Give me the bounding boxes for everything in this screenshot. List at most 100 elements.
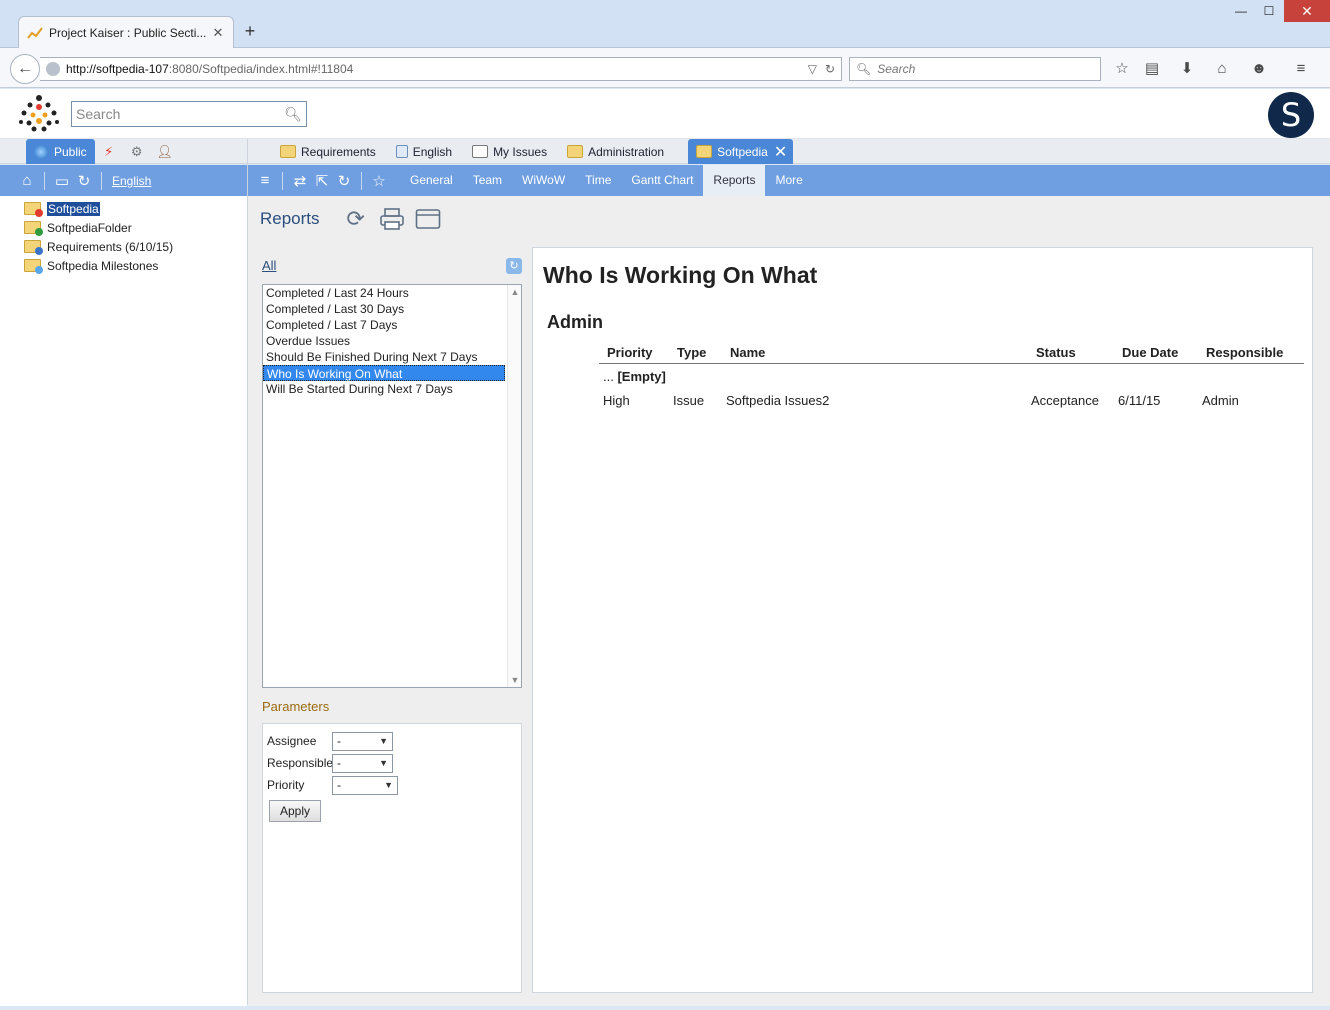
printer-icon	[379, 208, 404, 230]
column-header: Name	[730, 345, 766, 360]
tab-my-issues[interactable]: My Issues	[462, 139, 557, 164]
tree-item[interactable]: SoftpediaFolder	[0, 218, 247, 237]
app-search-input[interactable]	[76, 106, 285, 122]
select-value: -	[337, 734, 341, 748]
browser-search-bar[interactable]: 🔍︎ Search	[849, 57, 1101, 81]
open-external-icon[interactable]: ⇱	[311, 172, 333, 190]
view-tab-time[interactable]: Time	[575, 165, 621, 196]
cell-name[interactable]: Softpedia Issues2	[726, 393, 829, 408]
project-lightning-icon[interactable]: ⚡	[95, 139, 123, 164]
project-kaiser-logo-icon	[19, 95, 59, 132]
scroll-down-icon[interactable]: ▼	[508, 675, 522, 685]
report-list-item[interactable]: Completed / Last 30 Days	[263, 301, 505, 317]
user-avatar[interactable]: S	[1268, 92, 1314, 138]
report-list-item[interactable]: Overdue Issues	[263, 333, 505, 349]
refresh-list-icon[interactable]: ↻	[506, 258, 522, 274]
tree-item-label[interactable]: Softpedia Milestones	[47, 259, 158, 273]
tab-english[interactable]: English	[386, 139, 462, 164]
refresh-icon[interactable]: ↻	[73, 172, 95, 190]
home-icon[interactable]: ⌂	[16, 172, 38, 189]
url-text[interactable]: http://softpedia-107:8080/Softpedia/inde…	[66, 62, 800, 76]
menu-hamburger-icon[interactable]: ≡	[254, 172, 276, 189]
tree-item[interactable]: Requirements (6/10/15)	[0, 237, 247, 256]
tab-softpedia[interactable]: Softpedia ✕	[688, 139, 794, 164]
tree-item[interactable]: Softpedia Milestones	[0, 256, 247, 275]
swap-arrows-icon[interactable]: ⇄	[289, 172, 311, 190]
menu-hamburger-icon[interactable]: ≡	[1290, 59, 1312, 79]
refresh-icon[interactable]: ↻	[333, 172, 355, 190]
cell-status: Acceptance	[1031, 393, 1099, 408]
tree-item[interactable]: Softpedia	[0, 199, 247, 218]
scroll-up-icon[interactable]: ▲	[508, 287, 522, 297]
favorite-star-icon[interactable]: ☆	[368, 172, 390, 190]
apply-button[interactable]: Apply	[269, 800, 321, 822]
collapse-window-icon[interactable]: ▭	[51, 172, 73, 190]
print-icon[interactable]	[378, 206, 406, 232]
user-person-icon[interactable]: 👤︎	[151, 139, 179, 164]
table-row[interactable]: High Issue Softpedia Issues2 Acceptance …	[599, 390, 1304, 412]
report-list-item[interactable]: Completed / Last 24 Hours	[263, 285, 505, 301]
minimize-window-button[interactable]: —	[1226, 0, 1256, 22]
tab-english-label: English	[412, 144, 453, 159]
report-list-item[interactable]: Will Be Started During Next 7 Days	[263, 381, 505, 397]
view-tab-general[interactable]: General	[400, 165, 463, 196]
report-list-item[interactable]: Should Be Finished During Next 7 Days	[263, 349, 505, 365]
column-header: Responsible	[1206, 345, 1284, 360]
feedback-smiley-icon[interactable]: ☻	[1248, 59, 1270, 79]
browser-titlebar: Project Kaiser : Public Secti... ✕ + — ☐…	[0, 0, 1330, 48]
report-list-scrollbar[interactable]: ▲ ▼	[507, 285, 521, 687]
view-tab-more[interactable]: More	[765, 165, 812, 196]
tab-administration[interactable]: Administration	[557, 139, 674, 164]
url-dropdown-icon[interactable]: ▽	[808, 62, 817, 76]
responsible-select[interactable]: - ▼	[332, 753, 393, 773]
report-list-item-selected[interactable]: Who Is Working On What	[263, 365, 505, 381]
report-list-item[interactable]: Completed / Last 7 Days	[263, 317, 505, 333]
right-tab-group: Requirements English My Issues Administr…	[270, 139, 794, 164]
app-search-box[interactable]: 🔍︎	[71, 101, 307, 127]
downloads-icon[interactable]: ⬇	[1176, 59, 1198, 79]
reports-panel: Reports ⟳ All ↻ Completed / Last 24 Hour…	[248, 196, 1330, 1006]
select-value: -	[337, 778, 341, 792]
view-tab-gantt-chart[interactable]: Gantt Chart	[621, 165, 703, 196]
home-icon[interactable]: ⌂	[1211, 59, 1233, 79]
url-bar[interactable]: http://softpedia-107:8080/Softpedia/inde…	[40, 57, 842, 81]
left-tab-group: Public ⚡ ⚙ 👤︎	[26, 139, 179, 164]
settings-gear-icon[interactable]: ⚙	[123, 139, 151, 164]
close-window-button[interactable]: ✕	[1284, 0, 1330, 22]
bookmark-star-icon[interactable]: ☆	[1111, 59, 1133, 79]
tree-item-label[interactable]: Softpedia	[47, 201, 100, 216]
param-label: Priority	[267, 778, 305, 792]
new-tab-button[interactable]: +	[240, 20, 260, 42]
reload-icon[interactable]: ↻	[825, 62, 835, 76]
close-tab-icon[interactable]: ✕	[774, 142, 787, 162]
view-tab-wiwow[interactable]: WiWoW	[512, 165, 575, 196]
back-button[interactable]: ←	[10, 54, 40, 84]
view-toolbar: ≡ ⇄ ⇱ ↻ ☆ General Team WiWoW Time Gantt …	[254, 165, 813, 196]
view-tab-reports[interactable]: Reports	[703, 165, 766, 196]
tab-requirements[interactable]: Requirements	[270, 139, 386, 164]
select-value: -	[337, 756, 341, 770]
close-tab-icon[interactable]: ✕	[211, 25, 225, 41]
view-tab-team[interactable]: Team	[463, 165, 512, 196]
all-reports-link[interactable]: All	[262, 258, 276, 273]
toolbar-divider	[282, 171, 283, 190]
search-icon[interactable]: 🔍︎	[284, 106, 302, 123]
priority-select[interactable]: - ▼	[332, 775, 398, 795]
browser-navbar: ← http://softpedia-107:8080/Softpedia/in…	[0, 48, 1330, 88]
reading-list-icon[interactable]: ▤	[1141, 59, 1163, 79]
requirements-folder-icon	[24, 240, 43, 255]
refresh-report-icon[interactable]: ⟳	[342, 206, 370, 232]
chevron-down-icon: ▼	[379, 758, 388, 768]
report-table: Priority Type Name Status Due Date Respo…	[599, 342, 1304, 412]
site-info-icon[interactable]	[46, 62, 60, 76]
tree-item-label[interactable]: SoftpediaFolder	[47, 221, 132, 235]
tree-item-label[interactable]: Requirements (6/10/15)	[47, 240, 173, 254]
tab-public[interactable]: Public	[26, 139, 95, 164]
browser-tab[interactable]: Project Kaiser : Public Secti... ✕	[18, 16, 234, 48]
language-link[interactable]: English	[112, 174, 151, 188]
open-window-icon[interactable]	[414, 206, 442, 232]
browser-search-placeholder[interactable]: Search	[877, 62, 915, 76]
maximize-window-button[interactable]: ☐	[1254, 0, 1284, 22]
assignee-select[interactable]: - ▼	[332, 731, 393, 751]
report-list[interactable]: Completed / Last 24 Hours Completed / La…	[262, 284, 522, 688]
